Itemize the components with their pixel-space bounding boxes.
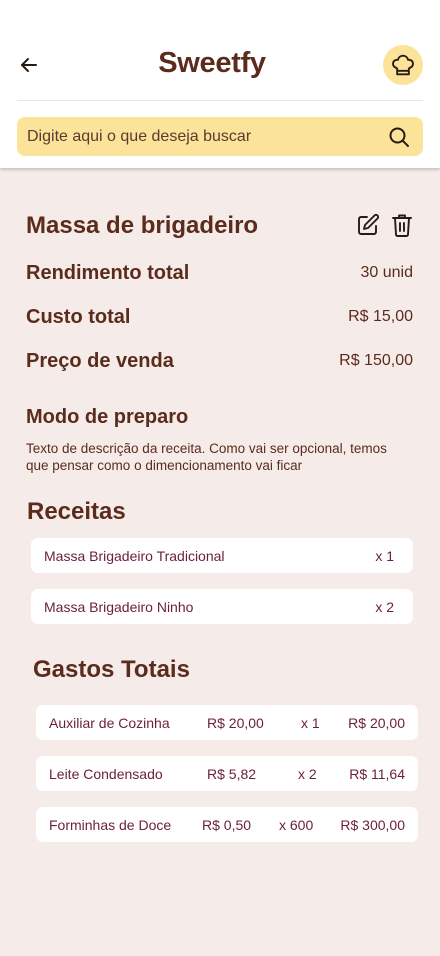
recipe-row-qty: x 1: [375, 547, 394, 564]
recipe-row-name: Massa Brigadeiro Tradicional: [44, 547, 225, 564]
expenses-section-title: Gastos Totais: [33, 656, 190, 683]
expense-row-name: Forminhas de Doce: [49, 816, 172, 833]
chef-hat-icon: [392, 54, 414, 76]
expense-row-qty: x 600: [279, 816, 314, 833]
expense-row[interactable]: Forminhas de Doce R$ 0,50 x 600 R$ 300,0…: [36, 807, 418, 842]
expense-row-qty: x 2: [298, 765, 317, 782]
search-bar[interactable]: [17, 117, 423, 156]
recipes-section-title: Receitas: [27, 498, 126, 525]
preparation-text: Texto de descrição da receita. Como vai …: [26, 441, 387, 473]
yield-label: Rendimento total: [26, 262, 190, 284]
expense-row[interactable]: Auxiliar de Cozinha R$ 20,00 x 1 R$ 20,0…: [36, 705, 418, 740]
recipe-title: Massa de brigadeiro: [26, 212, 259, 239]
recipe-row-qty: x 2: [375, 598, 394, 615]
profile-button[interactable]: [383, 45, 423, 85]
expense-row-total: R$ 300,00: [340, 816, 405, 833]
expense-row-unit-price: R$ 5,82: [207, 765, 257, 782]
edit-button[interactable]: [356, 213, 380, 237]
sale-price-value: R$ 150,00: [339, 352, 413, 369]
sale-price-label: Preço de venda: [26, 350, 174, 372]
delete-button[interactable]: [391, 213, 413, 237]
expense-row-total: R$ 11,64: [349, 765, 405, 782]
top-header: Sweetfy: [0, 0, 440, 168]
expense-row-total: R$ 20,00: [348, 714, 405, 731]
expense-row-name: Leite Condensado: [49, 765, 163, 782]
header-divider: [17, 100, 423, 101]
expense-row-unit-price: R$ 0,50: [202, 816, 252, 833]
search-input[interactable]: [27, 127, 387, 146]
total-cost-label: Custo total: [26, 306, 131, 328]
yield-value: 30 unid: [360, 264, 414, 281]
preparation-title: Modo de preparo: [26, 406, 189, 428]
expense-row-name: Auxiliar de Cozinha: [49, 714, 170, 731]
expense-row-unit-price: R$ 20,00: [207, 714, 264, 731]
search-icon[interactable]: [387, 125, 411, 149]
expense-row-qty: x 1: [301, 714, 320, 731]
edit-icon: [358, 214, 379, 235]
trash-icon: [392, 214, 412, 237]
recipe-row-name: Massa Brigadeiro Ninho: [44, 598, 194, 615]
expense-row[interactable]: Leite Condensado R$ 5,82 x 2 R$ 11,64: [36, 756, 418, 791]
total-cost-value: R$ 15,00: [348, 308, 413, 325]
recipe-row[interactable]: Massa Brigadeiro Tradicional x 1: [31, 538, 413, 573]
recipe-row[interactable]: Massa Brigadeiro Ninho x 2: [31, 589, 413, 624]
app-title: Sweetfy: [158, 47, 266, 79]
